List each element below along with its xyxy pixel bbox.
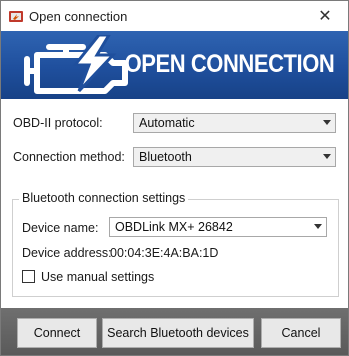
group-title: Bluetooth connection settings [19, 191, 189, 205]
chevron-down-icon [323, 120, 331, 125]
device-address-label: Device address: [22, 246, 112, 260]
search-bluetooth-button[interactable]: Search Bluetooth devices [102, 318, 254, 348]
check-engine-lightning-icon [24, 35, 128, 94]
cancel-button[interactable]: Cancel [261, 318, 341, 348]
device-address-value: 00:04:3E:4A:BA:1D [110, 246, 219, 260]
manual-settings-checkbox[interactable] [22, 270, 35, 283]
protocol-value: Automatic [139, 116, 195, 130]
connection-method-label: Connection method: [13, 150, 125, 164]
close-button[interactable]: ✕ [302, 1, 348, 31]
device-name-select[interactable]: OBDLink MX+ 26842 [109, 217, 327, 237]
banner-title: OPEN CONNECTION [124, 50, 334, 78]
header-banner: OPEN CONNECTION [1, 31, 348, 99]
protocol-label: OBD-II protocol: [13, 116, 103, 130]
chevron-down-icon [314, 224, 322, 229]
device-name-value: OBDLink MX+ 26842 [115, 220, 233, 234]
connect-button[interactable]: Connect [17, 318, 97, 348]
close-icon: ✕ [318, 8, 332, 25]
connection-method-select[interactable]: Bluetooth [133, 147, 336, 167]
window-title: Open connection [29, 9, 128, 24]
app-icon [9, 11, 23, 22]
chevron-down-icon [323, 154, 331, 159]
manual-settings-label: Use manual settings [41, 270, 155, 284]
protocol-select[interactable]: Automatic [133, 113, 336, 133]
connection-method-value: Bluetooth [139, 150, 192, 164]
title-bar: Open connection ✕ [1, 1, 348, 31]
open-connection-dialog: Open connection ✕ OPEN CONNECTION OBD-II… [0, 0, 349, 356]
device-name-label: Device name: [22, 221, 99, 235]
